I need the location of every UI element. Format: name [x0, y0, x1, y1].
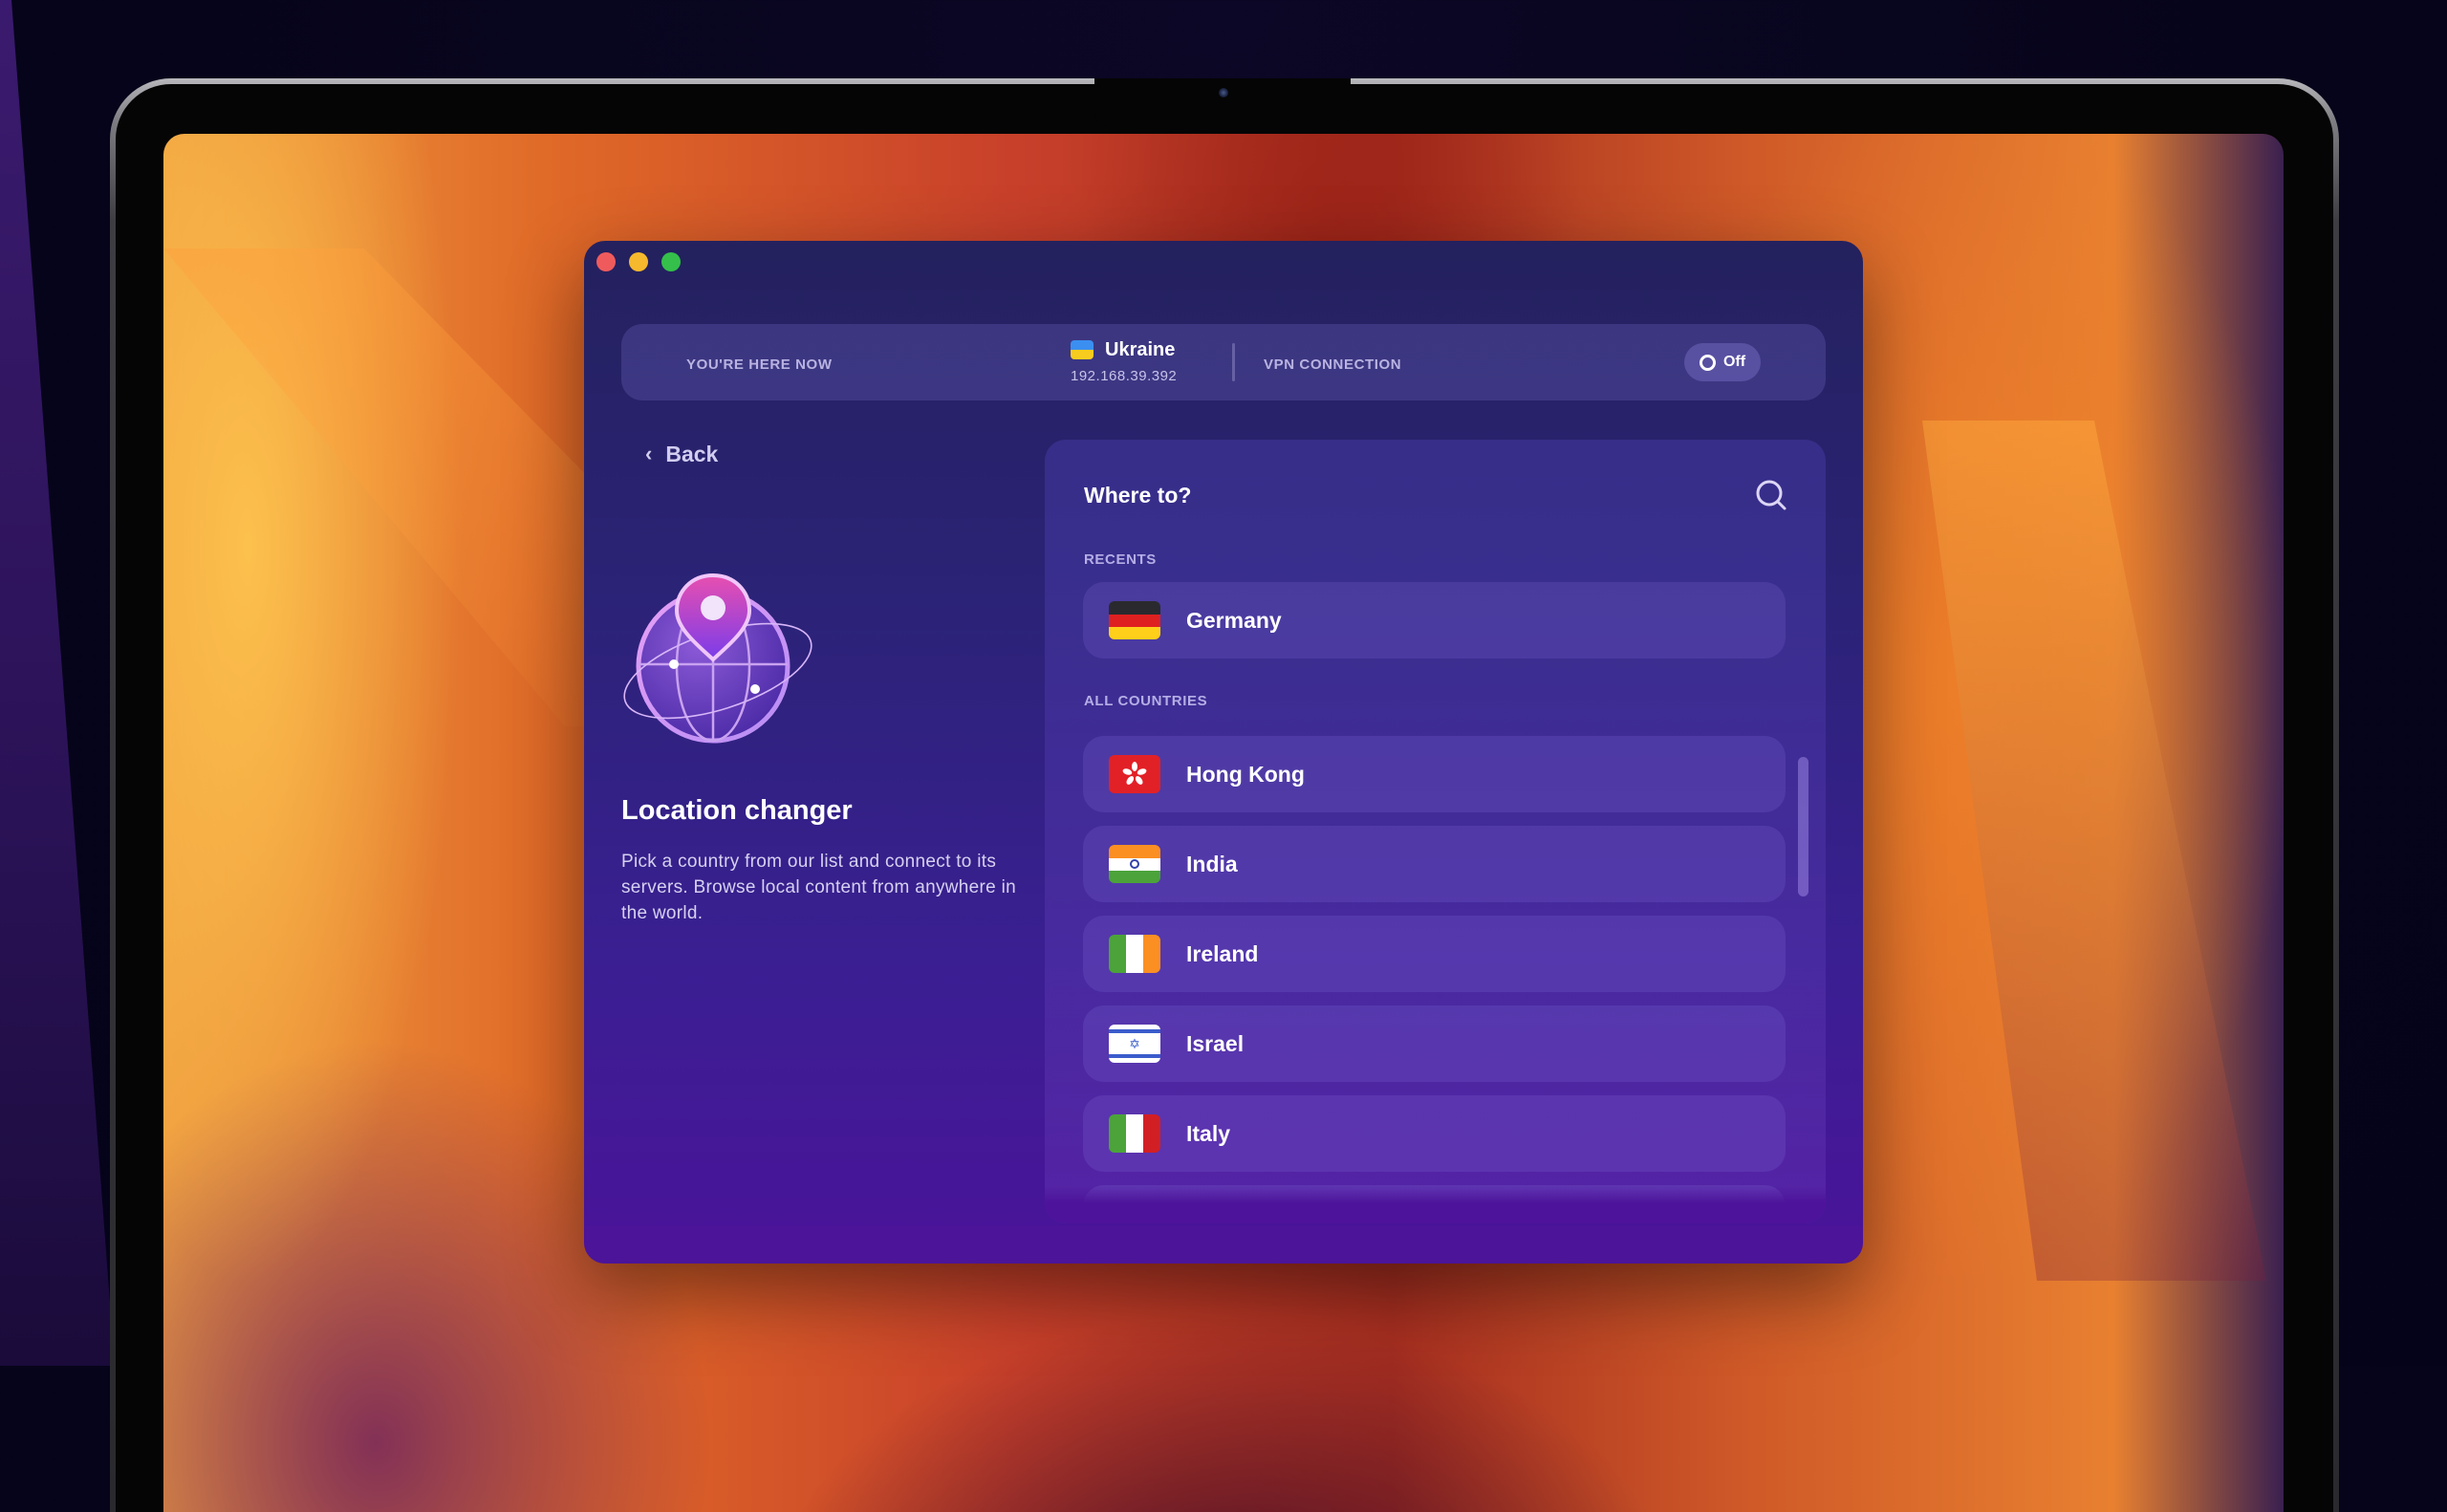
- camera-icon: [1219, 88, 1228, 97]
- country-name: Israel: [1186, 1030, 1245, 1056]
- country-name: Germany: [1186, 607, 1282, 633]
- country-item-hong-kong[interactable]: Hong Kong: [1083, 736, 1786, 812]
- country-name: Ireland: [1186, 940, 1259, 966]
- vpn-connection-label: VPN CONNECTION: [1264, 356, 1402, 373]
- back-label: Back: [665, 442, 719, 466]
- ukraine-flag-icon: [1071, 340, 1094, 359]
- ireland-flag-icon: [1109, 935, 1160, 973]
- israel-flag-icon: ✡: [1109, 1025, 1160, 1063]
- globe-location-pin-icon: [623, 572, 812, 744]
- country-name: India: [1186, 851, 1238, 876]
- vpn-toggle-state: Off: [1722, 354, 1746, 370]
- hong-kong-flag-icon: [1109, 755, 1160, 793]
- back-button[interactable]: ‹ Back: [645, 442, 718, 467]
- close-window-button[interactable]: [596, 252, 616, 271]
- panel-title: Where to?: [1084, 483, 1192, 508]
- recent-item-germany[interactable]: Germany: [1083, 582, 1786, 659]
- italy-flag-icon: [1109, 1114, 1160, 1153]
- country-item-india[interactable]: India: [1083, 826, 1786, 902]
- power-ring-icon: [1699, 354, 1716, 371]
- window-bottom-strip: [584, 1225, 1863, 1264]
- window-controls: [596, 252, 681, 271]
- vpn-toggle[interactable]: Off: [1684, 343, 1761, 381]
- germany-flag-icon: [1109, 601, 1160, 639]
- here-label: YOU'RE HERE NOW: [686, 356, 833, 373]
- india-flag-icon: [1109, 845, 1160, 883]
- search-icon[interactable]: [1754, 478, 1788, 512]
- country-name: Hong Kong: [1186, 761, 1305, 787]
- status-divider: [1232, 343, 1235, 381]
- vpn-app-window: YOU'RE HERE NOW Ukraine 192.168.39.392 V…: [584, 241, 1863, 1264]
- current-country: Ukraine: [1105, 338, 1176, 360]
- feature-title: Location changer: [621, 795, 853, 826]
- list-bottom-fade: [1045, 1187, 1826, 1223]
- camera-notch: [1094, 78, 1351, 126]
- feature-description: Pick a country from our list and connect…: [621, 852, 1016, 923]
- country-item-israel[interactable]: ✡ Israel: [1083, 1005, 1786, 1082]
- all-countries-label: ALL COUNTRIES: [1084, 693, 1208, 709]
- country-name: Italy: [1186, 1120, 1231, 1146]
- maximize-window-button[interactable]: [661, 252, 681, 271]
- list-scrollbar[interactable]: [1798, 757, 1808, 896]
- minimize-window-button[interactable]: [629, 252, 648, 271]
- chevron-left-icon: ‹: [645, 441, 653, 465]
- country-list-panel: Where to? RECENTS Germany ALL COUNTRIES: [1045, 440, 1826, 1223]
- country-item-ireland[interactable]: Ireland: [1083, 916, 1786, 992]
- recents-label: RECENTS: [1084, 551, 1157, 568]
- current-ip: 192.168.39.392: [1071, 368, 1178, 384]
- country-item-italy[interactable]: Italy: [1083, 1095, 1786, 1172]
- current-location: Ukraine 192.168.39.392: [1071, 337, 1177, 384]
- status-bar: YOU'RE HERE NOW Ukraine 192.168.39.392 V…: [621, 324, 1826, 400]
